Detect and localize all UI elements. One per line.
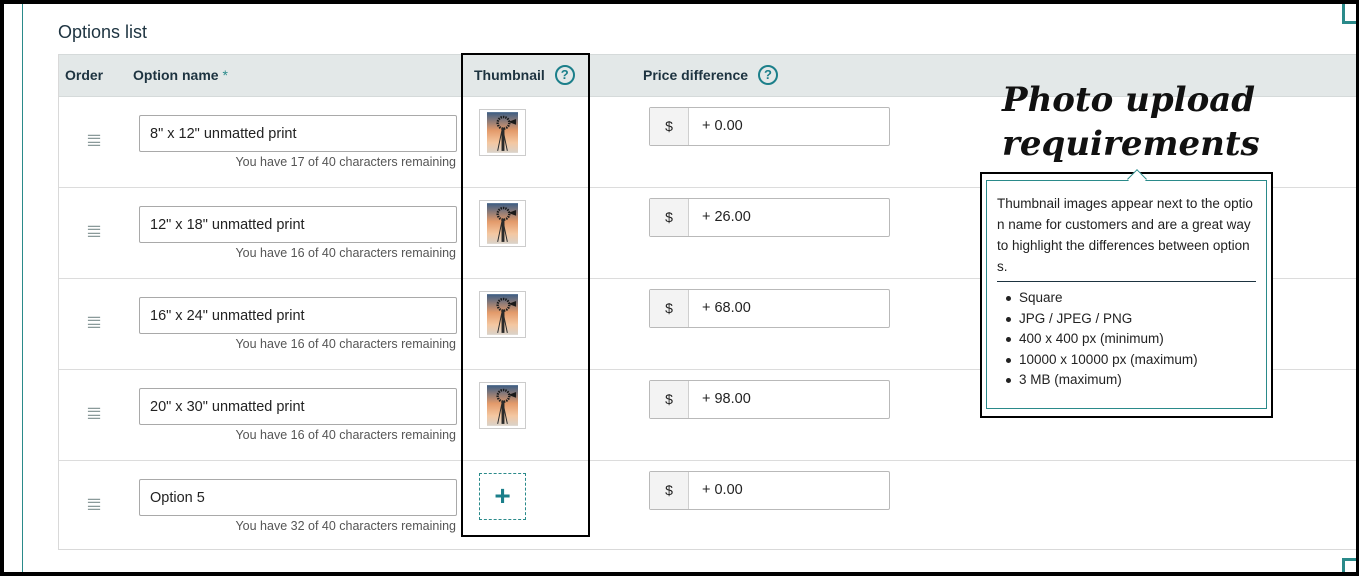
tooltip-requirements-list: Square JPG / JPEG / PNG 400 x 400 px (mi… [997, 288, 1256, 391]
price-value[interactable]: + 98.00 [702, 381, 751, 418]
requirement-item: 10000 x 10000 px (maximum) [997, 350, 1256, 371]
price-help-icon[interactable]: ? [757, 64, 778, 85]
requirement-item: JPG / JPEG / PNG [997, 309, 1256, 330]
header-option-name: Option name * [133, 67, 228, 83]
price-value[interactable]: + 26.00 [702, 199, 751, 236]
windmill-photo-icon [487, 294, 518, 335]
drag-handle-icon[interactable]: ═ ═ [84, 401, 104, 425]
header-price-label: Price difference [643, 67, 749, 83]
option-name-input[interactable] [139, 115, 457, 152]
annotation-line-1: Photo upload [1002, 80, 1256, 120]
windmill-photo-icon [487, 203, 518, 244]
corner-expand-icon [1342, 4, 1356, 24]
option-name-input[interactable] [139, 388, 457, 425]
windmill-photo-icon [487, 385, 518, 426]
price-difference-field[interactable]: $ + 26.00 [649, 198, 890, 237]
header-thumbnail-label: Thumbnail [474, 67, 545, 83]
tooltip-body: Thumbnail images appear next to the opti… [986, 169, 1267, 409]
currency-symbol: $ [650, 472, 689, 509]
annotation-line-2: requirements [1002, 124, 1260, 164]
price-difference-field[interactable]: $ + 68.00 [649, 289, 890, 328]
requirement-item: Square [997, 288, 1256, 309]
page-left-rule [22, 4, 23, 572]
characters-remaining: You have 16 of 40 characters remaining [235, 337, 456, 351]
option-name-input[interactable] [139, 297, 457, 334]
characters-remaining: You have 16 of 40 characters remaining [235, 428, 456, 442]
requirement-item: 3 MB (maximum) [997, 370, 1256, 391]
price-difference-field[interactable]: $ + 0.00 [649, 471, 890, 510]
currency-symbol: $ [650, 381, 689, 418]
currency-symbol: $ [650, 199, 689, 236]
annotation-label: Photo upload requirements [1002, 78, 1260, 166]
header-thumbnail: Thumbnail ? [474, 64, 575, 85]
currency-symbol: $ [650, 290, 689, 327]
add-thumbnail-button[interactable]: + [479, 473, 526, 520]
drag-handle-icon[interactable]: ═ ═ [84, 492, 104, 516]
required-asterisk: * [222, 67, 228, 83]
option-name-input[interactable] [139, 479, 457, 516]
drag-handle-icon[interactable]: ═ ═ [84, 219, 104, 243]
thumbnail-image[interactable] [479, 200, 526, 247]
corner-expand-bottom-icon [1342, 558, 1356, 572]
currency-symbol: $ [650, 108, 689, 145]
characters-remaining: You have 16 of 40 characters remaining [235, 246, 456, 260]
header-order: Order [65, 67, 104, 83]
thumbnail-image[interactable] [479, 291, 526, 338]
tooltip-arrow [1127, 169, 1147, 189]
header-option-name-label: Option name [133, 67, 219, 83]
windmill-photo-icon [487, 112, 518, 153]
tooltip-divider [997, 281, 1256, 282]
drag-handle-icon[interactable]: ═ ═ [84, 128, 104, 152]
characters-remaining: You have 32 of 40 characters remaining [235, 519, 456, 533]
price-value[interactable]: + 0.00 [702, 472, 743, 509]
thumbnail-help-tooltip: Thumbnail images appear next to the opti… [980, 169, 1273, 418]
characters-remaining: You have 17 of 40 characters remaining [235, 155, 456, 169]
price-difference-field[interactable]: $ + 98.00 [649, 380, 890, 419]
section-title: Options list [58, 22, 148, 42]
price-difference-field[interactable]: $ + 0.00 [649, 107, 890, 146]
tooltip-description: Thumbnail images appear next to the opti… [997, 196, 1253, 274]
header-price-difference: Price difference ? [643, 64, 778, 85]
option-name-input[interactable] [139, 206, 457, 243]
price-value[interactable]: + 0.00 [702, 108, 743, 145]
thumbnail-help-icon[interactable]: ? [554, 64, 575, 85]
requirement-item: 400 x 400 px (minimum) [997, 329, 1256, 350]
price-value[interactable]: + 68.00 [702, 290, 751, 327]
thumbnail-image[interactable] [479, 109, 526, 156]
drag-handle-icon[interactable]: ═ ═ [84, 310, 104, 334]
table-row: ══ You have 32 of 40 characters remainin… [59, 461, 1358, 552]
thumbnail-image[interactable] [479, 382, 526, 429]
